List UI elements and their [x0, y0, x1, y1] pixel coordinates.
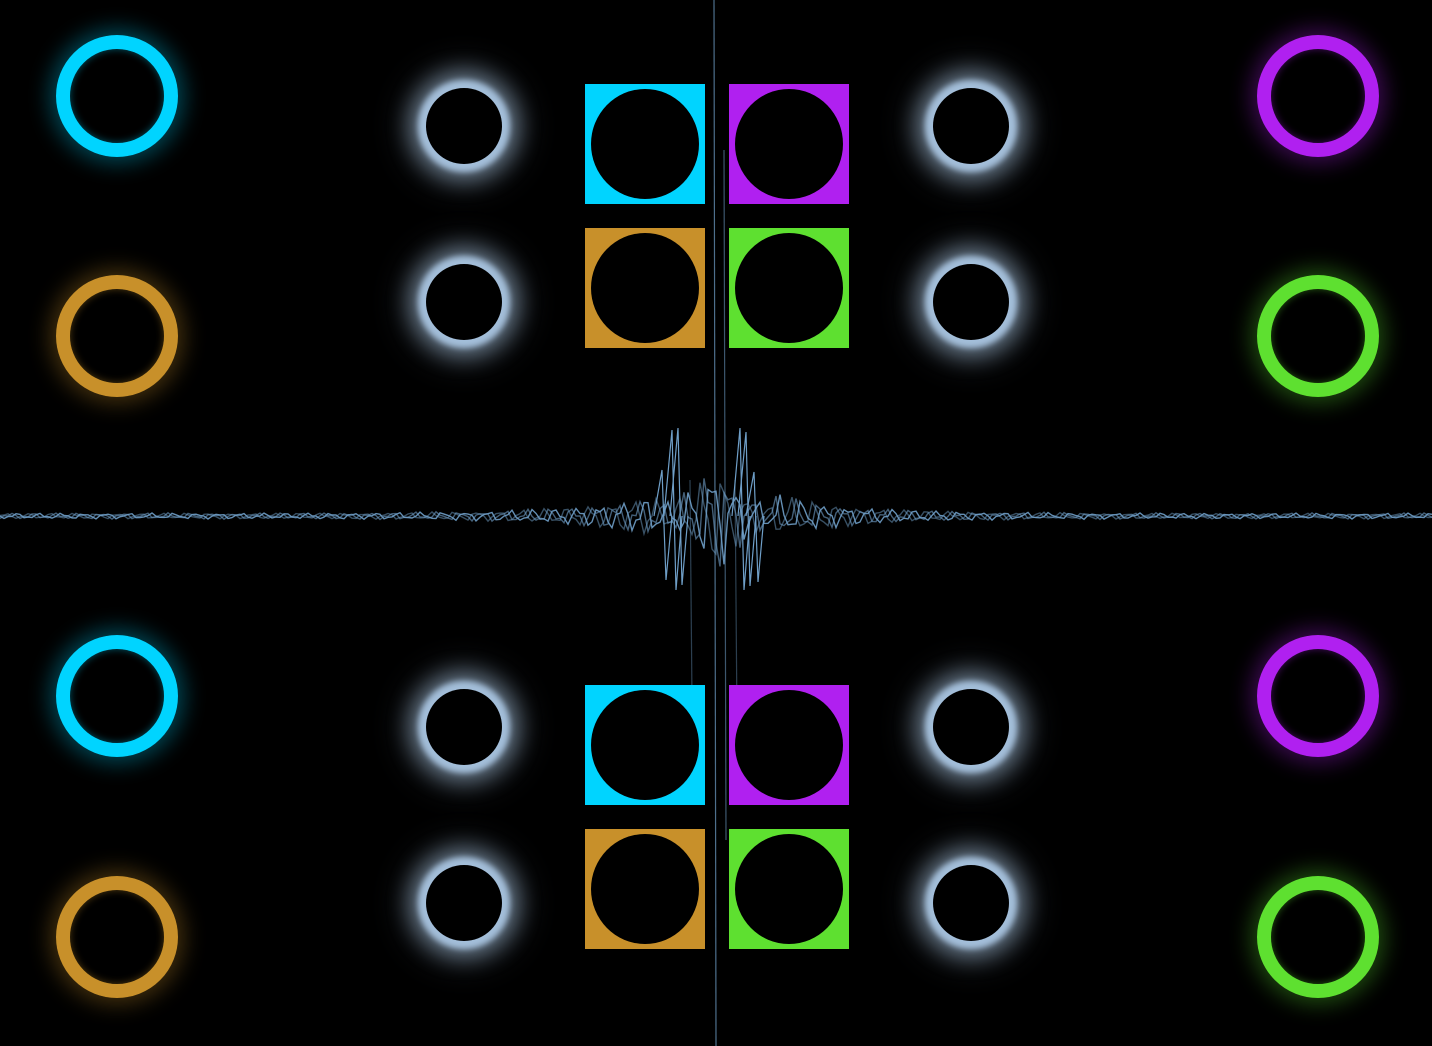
pad-hole [591, 834, 699, 944]
waveform-spike [737, 431, 757, 587]
waveform-spike [745, 471, 765, 583]
pad-top-cyan[interactable] [585, 84, 705, 204]
pad-bottom-purple[interactable] [729, 685, 849, 805]
glow-orb-bottom-right-lower[interactable] [933, 865, 1009, 941]
pad-hole [735, 89, 843, 199]
ring-bottom-left-lower[interactable] [56, 876, 178, 998]
pad-hole [735, 233, 843, 343]
waveform-spike [731, 427, 751, 591]
pad-hole [591, 233, 699, 343]
glow-orb-top-right-upper[interactable] [933, 88, 1009, 164]
pad-hole [591, 89, 699, 199]
pad-top-orange[interactable] [585, 228, 705, 348]
waveform-guide-line [689, 479, 693, 701]
ring-bottom-right-lower[interactable] [1257, 876, 1379, 998]
glow-orb-top-right-lower[interactable] [933, 264, 1009, 340]
waveform-guide-line [713, 0, 717, 1046]
ring-top-right-lower[interactable] [1257, 275, 1379, 397]
ring-bottom-left-upper[interactable] [56, 635, 178, 757]
waveform-trace [0, 488, 1432, 565]
waveform-icon [0, 0, 1432, 1046]
pad-bottom-green[interactable] [729, 829, 849, 949]
ring-top-right-upper[interactable] [1257, 35, 1379, 157]
waveform-guide-line [734, 479, 738, 721]
game-board [0, 0, 1432, 1046]
glow-orb-bottom-left-lower[interactable] [426, 865, 502, 941]
waveform-spike [663, 429, 683, 591]
glow-orb-top-left-lower[interactable] [426, 264, 502, 340]
waveform-trace [0, 482, 1432, 556]
waveform-spike [653, 469, 673, 581]
pad-top-green[interactable] [729, 228, 849, 348]
ring-top-left-upper[interactable] [56, 35, 178, 157]
ring-bottom-right-upper[interactable] [1257, 635, 1379, 757]
pad-bottom-cyan[interactable] [585, 685, 705, 805]
waveform-trace [0, 478, 1432, 567]
pad-hole [735, 834, 843, 944]
pad-top-purple[interactable] [729, 84, 849, 204]
glow-orb-bottom-right-upper[interactable] [933, 689, 1009, 765]
pad-hole [591, 690, 699, 800]
waveform-spike [669, 427, 689, 586]
glow-orb-bottom-left-upper[interactable] [426, 689, 502, 765]
pad-bottom-orange[interactable] [585, 829, 705, 949]
glow-orb-top-left-upper[interactable] [426, 88, 502, 164]
ring-top-left-lower[interactable] [56, 275, 178, 397]
waveform-guide-line [723, 149, 727, 841]
pad-hole [735, 690, 843, 800]
